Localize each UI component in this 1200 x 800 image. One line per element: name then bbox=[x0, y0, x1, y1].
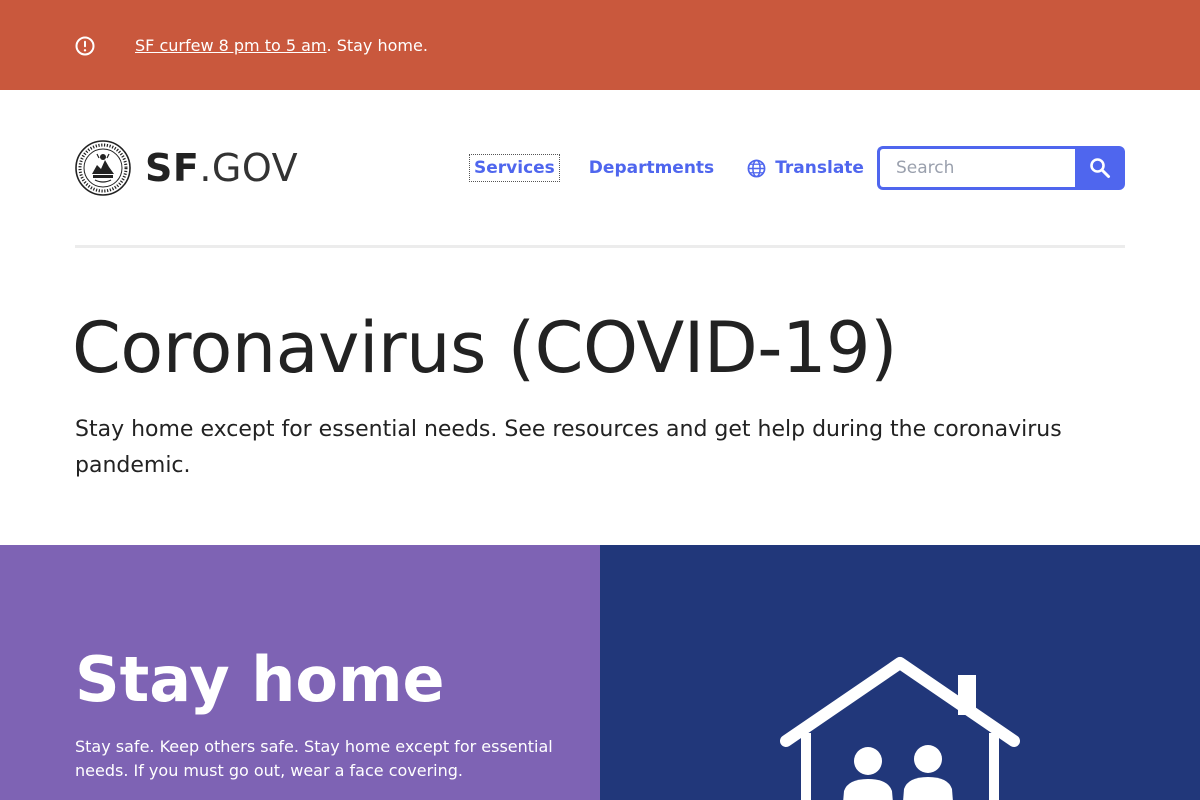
stay-home-body: Stay safe. Keep others safe. Stay home e… bbox=[75, 737, 553, 780]
alert-banner: SF curfew 8 pm to 5 am. Stay home. bbox=[0, 0, 1200, 90]
home-logo-link[interactable]: SF.GOV bbox=[75, 140, 298, 196]
search-icon bbox=[1090, 158, 1110, 178]
nav-translate[interactable]: Translate bbox=[747, 156, 864, 180]
globe-icon bbox=[747, 159, 766, 177]
translate-label: Translate bbox=[775, 158, 864, 178]
page-title: Coronavirus (COVID-19) bbox=[72, 307, 897, 389]
wordmark-bold: SF bbox=[145, 146, 200, 190]
wordmark-light: .GOV bbox=[199, 146, 299, 190]
search-input[interactable] bbox=[877, 146, 1075, 190]
site-header: SF.GOV Services Departments Translate bbox=[75, 90, 1125, 248]
alert-suffix: . Stay home. bbox=[326, 36, 428, 55]
nav-departments[interactable]: Departments bbox=[589, 156, 714, 180]
curfew-link[interactable]: SF curfew 8 pm to 5 am bbox=[135, 36, 327, 55]
search-button[interactable] bbox=[1075, 146, 1125, 190]
nav-services[interactable]: Services bbox=[469, 154, 560, 182]
sf-gov-wordmark: SF.GOV bbox=[145, 148, 298, 188]
illustration-panel bbox=[600, 545, 1200, 800]
city-seal-icon bbox=[75, 140, 131, 196]
page-description: Stay home except for essential needs. Se… bbox=[75, 417, 1062, 478]
stay-home-heading: Stay home bbox=[75, 643, 445, 716]
alert-circle-icon bbox=[75, 36, 95, 56]
alert-message: SF curfew 8 pm to 5 am. Stay home. bbox=[135, 35, 428, 57]
stay-home-panel: Stay home Stay safe. Keep others safe. S… bbox=[0, 545, 600, 800]
main-nav: Services Departments Translate bbox=[469, 154, 864, 182]
house-with-people-icon bbox=[780, 657, 1020, 800]
search-form bbox=[877, 146, 1125, 190]
